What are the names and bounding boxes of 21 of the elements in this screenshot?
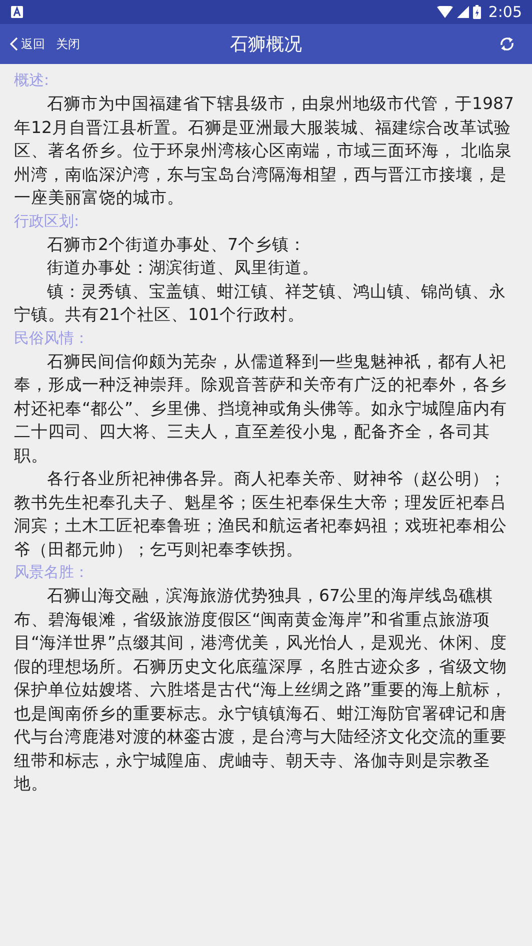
section-heading: 行政区划:: [14, 210, 80, 232]
wifi-icon: [437, 6, 454, 18]
paragraph: 街道办事处：湖滨街道、凤里街道。: [46, 257, 320, 279]
paragraph: 石狮市2个街道办事处、7个乡镇：: [46, 234, 307, 256]
page-title: 石狮概况: [230, 33, 302, 56]
paragraph: 石狮山海交融，滨海旅游优势独具，67公里的海岸线岛礁棋布、碧海银滩，省级旅游度假区“闽南黄金海岸”和省重点旅游项目“海洋世界”点缀其间，港湾优美，风光怡人，是观光、休闲、度假的理想场所。石狮历史文化底蕴深厚，名胜古迹众多，省级文物保护单位姑嫂塔、六胜塔是古代“海上丝绸之路”重要的海上航标，也是闽南侨乡的重要标志。永宁镇镇海石、蚶江海防官署碑记和唐代与台湾鹿港对渡的林銮古渡，是台湾与大陆经济文化交流的重要纽带和标志，永宁城隍庙、虎岫寺、朝天寺、洛伽寺则是宗教圣地。: [14, 585, 508, 795]
signal-icon: [457, 6, 470, 18]
section-heading: 民俗风情：: [14, 328, 90, 348]
paragraph: 石狮民间信仰颇为芜杂，从儒道释到一些鬼魅神祇，都有人祀奉，形成一种泛神崇拜。除观音菩萨和关帝有广泛的祀奉外，各乡村还祀奉“都公”、乡里佛、挡境神或角头佛等。如永宁城隍庙内有二十四司、四大将、三夫人，直至差役小鬼，配备齐全，各司其职。: [14, 350, 508, 466]
battery-icon: [473, 5, 482, 19]
clock-time: 2:05: [488, 3, 522, 21]
back-link[interactable]: 返回: [21, 36, 45, 52]
paragraph: 各行各业所祀神佛各异。商人祀奉关帝、财神爷（赵公明）；教书先生祀奉孔夫子、魁星爷；医生祀奉保生大帝；理发匠祀奉吕洞宾；土木工匠祀奉鲁班；渔民和航运者祀奉妈祖；戏班祀奉相公爷（田都元帅）；乞丐则祀奉李铁拐。: [14, 468, 508, 560]
notification-icon: [11, 6, 23, 18]
close-link[interactable]: 关闭: [56, 36, 80, 52]
back-chevron-icon[interactable]: [10, 37, 18, 51]
paragraph: 石狮市为中国福建省下辖县级市，由泉州地级市代管，于1987年12月自晋江县析置。石狮是亚洲最大服装城、福建综合改革试验区、著名侨乡。位于环泉州湾核心区南端，市域三面环海， 北临泉州湾，南临深沪湾，东与宝岛台湾隔海相望，西与晋江市接壤，是一座美丽富饶的城市。: [14, 93, 515, 209]
section-heading: 概述:: [14, 70, 50, 91]
section-heading: 风景名胜：: [14, 562, 90, 583]
refresh-icon[interactable]: [498, 35, 516, 53]
paragraph: 镇：灵秀镇、宝盖镇、蚶江镇、祥芝镇、鸿山镇、锦尚镇、永宁镇。共有21个社区、101个行政村。: [14, 280, 507, 326]
